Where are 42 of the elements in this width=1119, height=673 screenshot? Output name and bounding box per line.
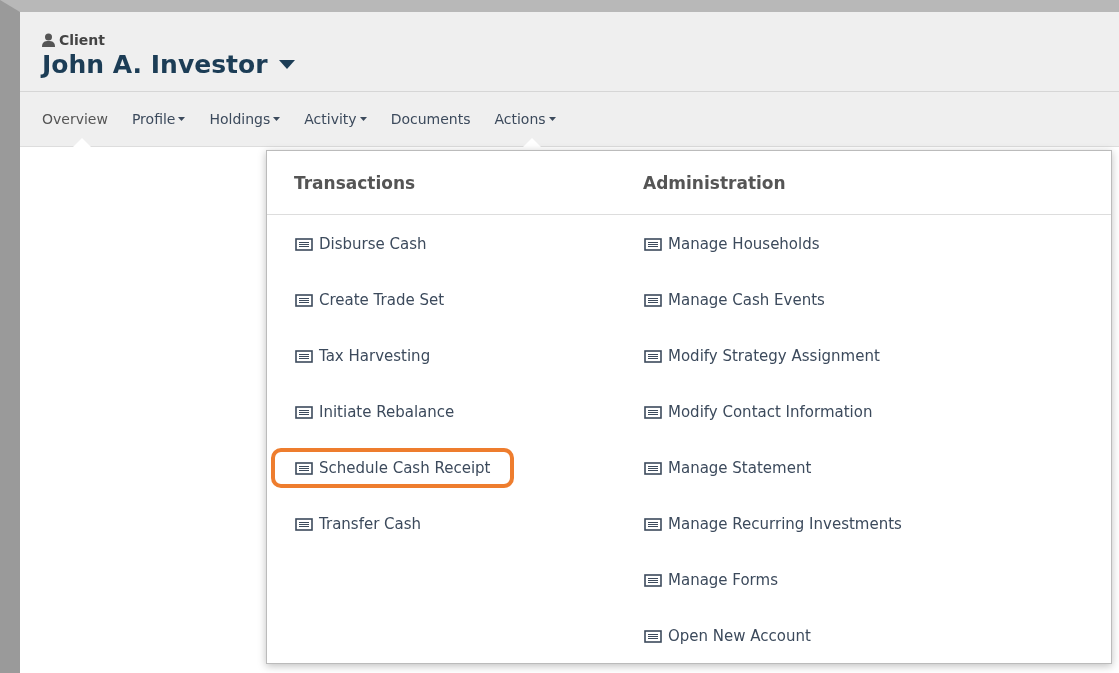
menu-item[interactable]: Tax Harvesting xyxy=(287,341,439,371)
caret-icon xyxy=(273,117,281,121)
menu-item[interactable]: Create Trade Set xyxy=(287,285,453,315)
menu-item[interactable]: Schedule Cash Receipt xyxy=(271,448,515,488)
list-icon xyxy=(295,349,313,363)
menu-heading: Administration xyxy=(643,172,786,193)
list-icon xyxy=(644,405,662,419)
menu-item[interactable]: Open New Account xyxy=(636,621,819,651)
list-icon xyxy=(644,517,662,531)
menu-item[interactable]: Initiate Rebalance xyxy=(287,397,463,427)
nav-tab[interactable]: Documents xyxy=(390,92,483,146)
menu-item[interactable]: Transfer Cash xyxy=(287,509,430,539)
list-icon xyxy=(644,237,662,251)
caret-icon xyxy=(178,117,186,121)
list-icon xyxy=(295,405,313,419)
nav-tab[interactable]: Holdings xyxy=(209,92,293,146)
menu-item[interactable]: Manage Cash Events xyxy=(636,285,833,315)
list-icon xyxy=(295,461,313,475)
nav-tab[interactable]: Activity xyxy=(304,92,379,146)
list-icon xyxy=(295,237,313,251)
list-icon xyxy=(644,573,662,587)
menu-item[interactable]: Manage Statement xyxy=(636,453,820,483)
caret-icon xyxy=(359,117,367,121)
list-icon xyxy=(644,629,662,643)
list-icon xyxy=(644,461,662,475)
list-icon xyxy=(644,349,662,363)
list-icon xyxy=(295,517,313,531)
menu-item[interactable]: Manage Forms xyxy=(636,565,786,595)
menu-item[interactable]: Manage Households xyxy=(636,229,828,259)
menu-heading: Transactions xyxy=(294,172,416,193)
client-name: John A. Investor xyxy=(42,50,268,79)
user-icon xyxy=(42,33,55,47)
menu-item[interactable]: Modify Strategy Assignment xyxy=(636,341,888,371)
client-label: Client xyxy=(59,32,106,48)
nav-tab[interactable]: Profile xyxy=(131,92,198,146)
list-icon xyxy=(644,293,662,307)
caret-icon xyxy=(279,60,296,69)
menu-item[interactable]: Disburse Cash xyxy=(287,229,435,259)
caret-icon xyxy=(548,117,556,121)
list-icon xyxy=(295,293,313,307)
menu-item[interactable]: Manage Recurring Investments xyxy=(636,509,910,539)
menu-item[interactable]: Modify Contact Information xyxy=(636,397,881,427)
